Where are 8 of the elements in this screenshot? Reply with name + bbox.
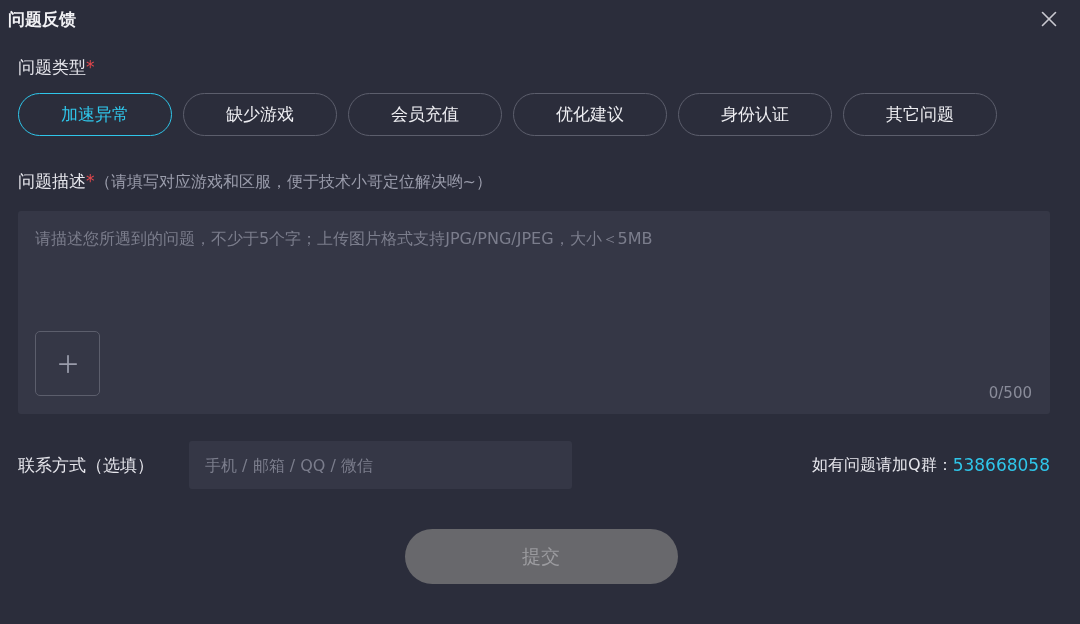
- contact-label: 联系方式（选填）: [18, 453, 155, 477]
- contact-field[interactable]: 手机 / 邮箱 / QQ / 微信: [189, 441, 572, 489]
- problem-type-label: 问题类型*: [18, 56, 96, 79]
- description-label: 问题描述*（请填写对应游戏和区服，便于技术小哥定位解决哟~）: [18, 170, 493, 193]
- character-counter: 0/500: [988, 384, 1032, 402]
- group-number-link[interactable]: 538668058: [952, 455, 1050, 475]
- group-note: 如有问题请加Q群：: [812, 454, 953, 476]
- window-title: 问题反馈: [8, 7, 76, 31]
